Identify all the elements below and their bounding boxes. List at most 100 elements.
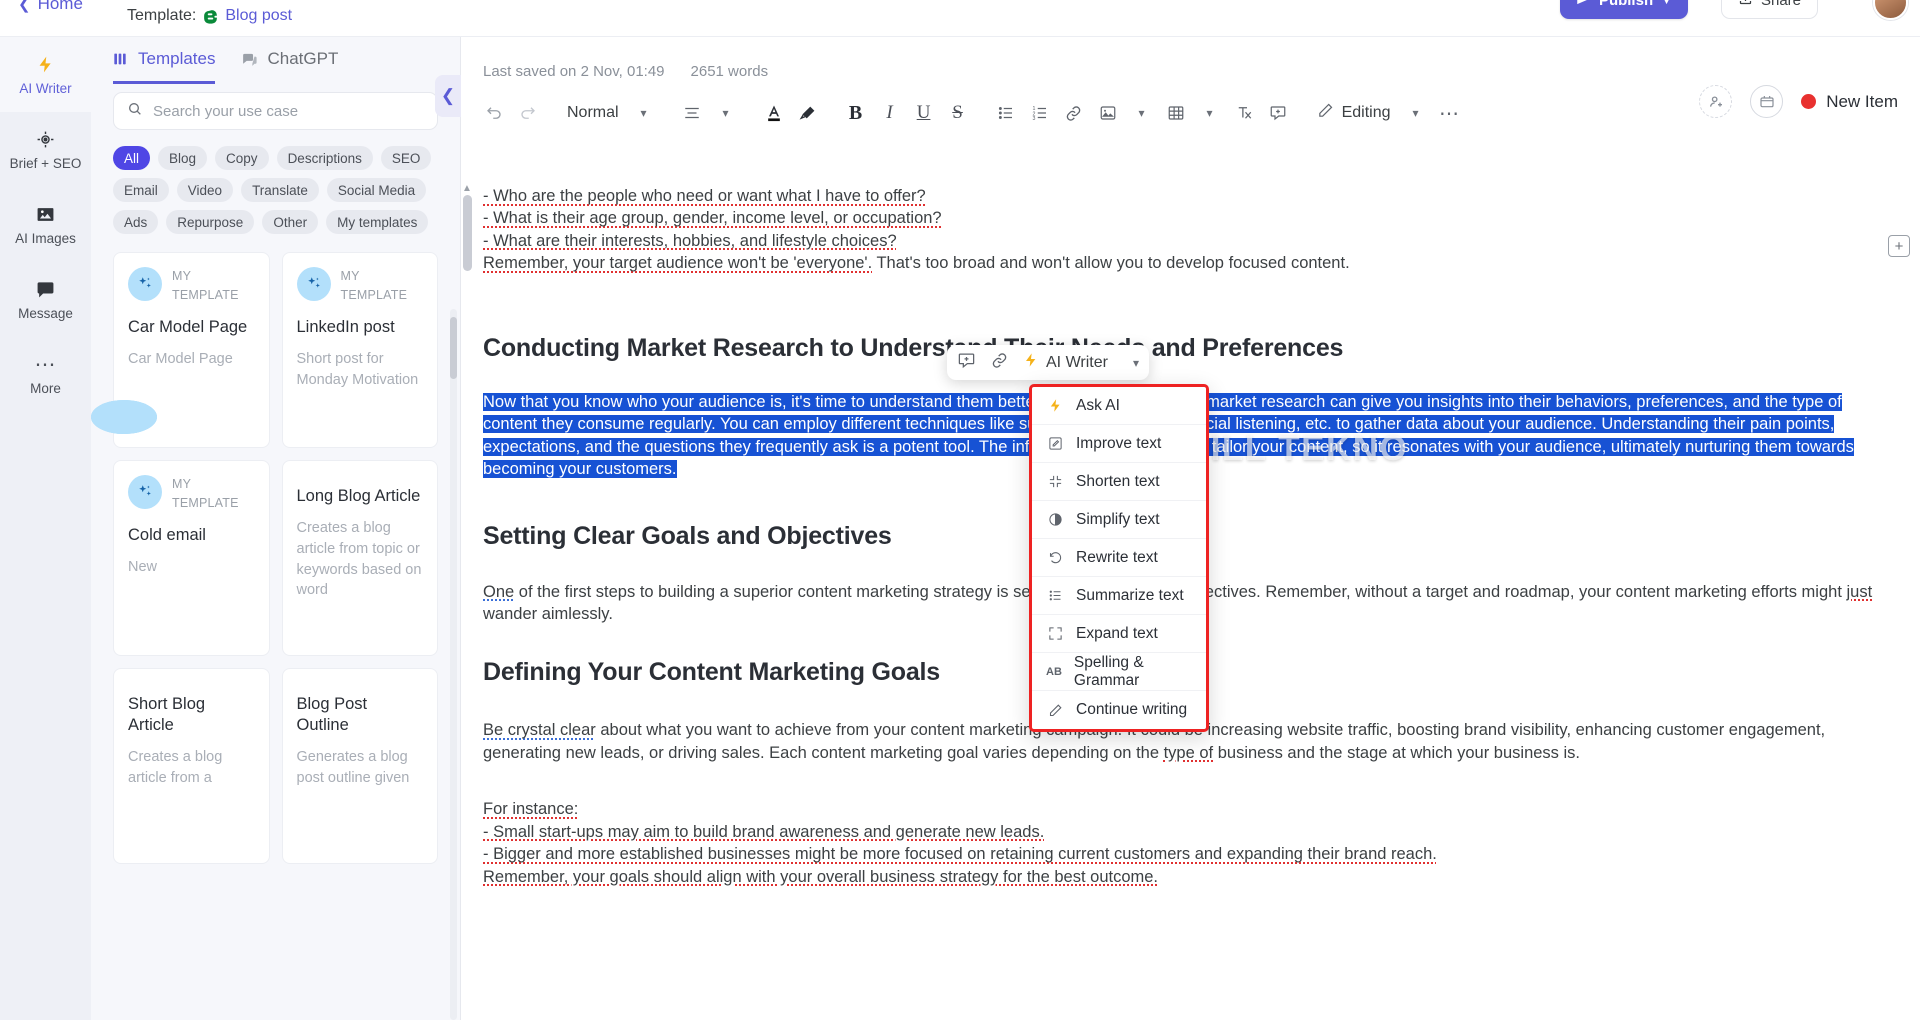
editing-mode-select[interactable]: Editing [1309, 102, 1399, 124]
clear-formatting-button[interactable] [1227, 96, 1261, 130]
bolt-icon [1023, 352, 1039, 373]
redo-button[interactable] [511, 96, 545, 130]
card-description: Creates a blog article from topic or key… [296, 520, 422, 599]
pencil-icon [1317, 102, 1334, 124]
menu-item-continue-writing[interactable]: Continue writing [1032, 691, 1206, 729]
chip-social-media[interactable]: Social Media [326, 178, 427, 202]
card-header: MY TEMPLATE [128, 475, 255, 514]
menu-item-rewrite-text[interactable]: Rewrite text [1032, 539, 1206, 577]
tab-chatgpt[interactable]: ChatGPT [241, 49, 338, 84]
undo-button[interactable] [477, 96, 511, 130]
chip-ads[interactable]: Ads [113, 210, 159, 234]
chip-my-templates[interactable]: My templates [326, 210, 429, 234]
italic-button[interactable]: I [873, 96, 907, 130]
record-dot-icon [1801, 94, 1817, 109]
bolt-icon [1046, 398, 1064, 413]
document-icon [91, 400, 157, 434]
card-description: Short post for Monday Motivation [296, 350, 419, 388]
collapse-panel-button[interactable]: ❮ [435, 75, 461, 117]
menu-item-improve-text[interactable]: Improve text [1032, 425, 1206, 463]
rail-item-message[interactable]: Message [0, 262, 91, 337]
doc-line: Remember, your goals should align with y… [483, 867, 1159, 886]
highlight-button[interactable] [791, 96, 825, 130]
strikethrough-button[interactable]: S [941, 96, 975, 130]
menu-item-shorten-text[interactable]: Shorten text [1032, 463, 1206, 501]
editor-meta: Last saved on 2 Nov, 01:49 2651 words [461, 37, 1920, 80]
share-label: Share [1760, 0, 1801, 9]
history-button[interactable] [1750, 85, 1784, 118]
text-style-select[interactable]: Normal [559, 96, 627, 130]
chip-seo[interactable]: SEO [380, 146, 432, 170]
card-header: MY TEMPLATE [128, 267, 255, 306]
svg-text:3: 3 [1032, 116, 1035, 122]
insert-table-button[interactable] [1159, 96, 1193, 130]
menu-item-summarize-text[interactable]: Summarize text [1032, 577, 1206, 615]
template-card[interactable]: MY TEMPLATE Cold email New [113, 460, 270, 656]
text-color-button[interactable] [757, 96, 791, 130]
menu-item-simplify-text[interactable]: Simplify text [1032, 501, 1206, 539]
insert-image-button[interactable] [1091, 96, 1125, 130]
chevron-down-icon[interactable]: ▾ [627, 96, 661, 130]
chip-email[interactable]: Email [113, 178, 169, 202]
chat-icon [241, 51, 258, 68]
home-link[interactable]: ❮ Home [18, 0, 83, 14]
editing-mode-label: Editing [1341, 104, 1391, 121]
app-body: AI Writer Brief + SEO AI Images Message [0, 37, 1920, 1020]
sparkle-icon [296, 267, 331, 301]
chevron-left-icon: ❮ [18, 0, 31, 13]
rail-item-ai-images[interactable]: AI Images [0, 187, 91, 262]
new-item-badge[interactable]: New Item [1801, 92, 1898, 112]
template-card[interactable]: Short Blog Article Creates a blog articl… [91, 400, 270, 864]
tab-templates[interactable]: Templates [113, 49, 216, 84]
breadcrumb-template: Template: Blog post [127, 7, 292, 25]
numbered-list-button[interactable]: 123 [1023, 96, 1057, 130]
share-button[interactable]: Share [1720, 0, 1818, 19]
publish-button[interactable]: Publish ▼ [1559, 0, 1688, 19]
more-options-button[interactable]: ⋯ [1432, 96, 1466, 130]
chip-translate[interactable]: Translate [241, 178, 319, 202]
link-icon[interactable] [990, 351, 1009, 375]
card-header: MY TEMPLATE [296, 267, 424, 306]
shrink-icon [1046, 474, 1064, 489]
chip-other[interactable]: Other [262, 210, 319, 234]
chip-copy[interactable]: Copy [215, 146, 269, 170]
target-icon [36, 128, 55, 150]
rail-item-brief-seo[interactable]: Brief + SEO [0, 112, 91, 187]
message-icon [36, 278, 55, 300]
template-name-link[interactable]: Blog post [225, 7, 292, 25]
chip-repurpose[interactable]: Repurpose [166, 210, 255, 234]
menu-item-spelling-grammar[interactable]: AB Spelling & Grammar [1032, 653, 1206, 691]
add-comment-icon[interactable] [957, 351, 976, 375]
card-title: Cold email [128, 525, 206, 544]
avatar[interactable] [1873, 0, 1908, 20]
chevron-down-icon[interactable]: ▾ [709, 96, 743, 130]
card-description: Generates a blog post outline given [296, 749, 410, 786]
bold-button[interactable]: B [839, 96, 873, 130]
template-card[interactable]: Blog Post Outline Generates a blog post … [91, 400, 438, 864]
chevron-down-icon[interactable]: ▾ [1398, 96, 1432, 130]
align-button[interactable] [675, 96, 709, 130]
add-collaborator-button[interactable] [1699, 85, 1733, 118]
menu-item-ask-ai[interactable]: Ask AI [1032, 387, 1206, 425]
search-input[interactable] [153, 102, 424, 120]
chip-all[interactable]: All [113, 146, 151, 170]
chevron-down-icon[interactable]: ▾ [1125, 96, 1159, 130]
link-button[interactable] [1057, 96, 1091, 130]
underline-button[interactable]: U [907, 96, 941, 130]
ai-writer-menu-button[interactable]: AI Writer ▾ [1023, 352, 1139, 373]
chip-blog[interactable]: Blog [158, 146, 208, 170]
menu-item-expand-text[interactable]: Expand text [1032, 615, 1206, 653]
chip-video[interactable]: Video [176, 178, 234, 202]
rail-item-ai-writer[interactable]: AI Writer [0, 37, 91, 112]
card-title: Long Blog Article [296, 487, 421, 505]
chevron-down-icon[interactable]: ▾ [1193, 96, 1227, 130]
template-card[interactable]: Long Blog Article Creates a blog article… [91, 400, 438, 656]
search-box[interactable] [113, 92, 438, 130]
rail-item-more[interactable]: ⋯ More [0, 337, 91, 412]
card-description: Car Model Page [128, 350, 233, 367]
bullet-list-button[interactable] [989, 96, 1023, 130]
add-comment-button[interactable] [1261, 96, 1295, 130]
template-card[interactable]: MY TEMPLATE LinkedIn post Short post for… [281, 252, 438, 448]
chip-descriptions[interactable]: Descriptions [276, 146, 373, 170]
panel-tabs: Templates ChatGPT [91, 37, 460, 84]
